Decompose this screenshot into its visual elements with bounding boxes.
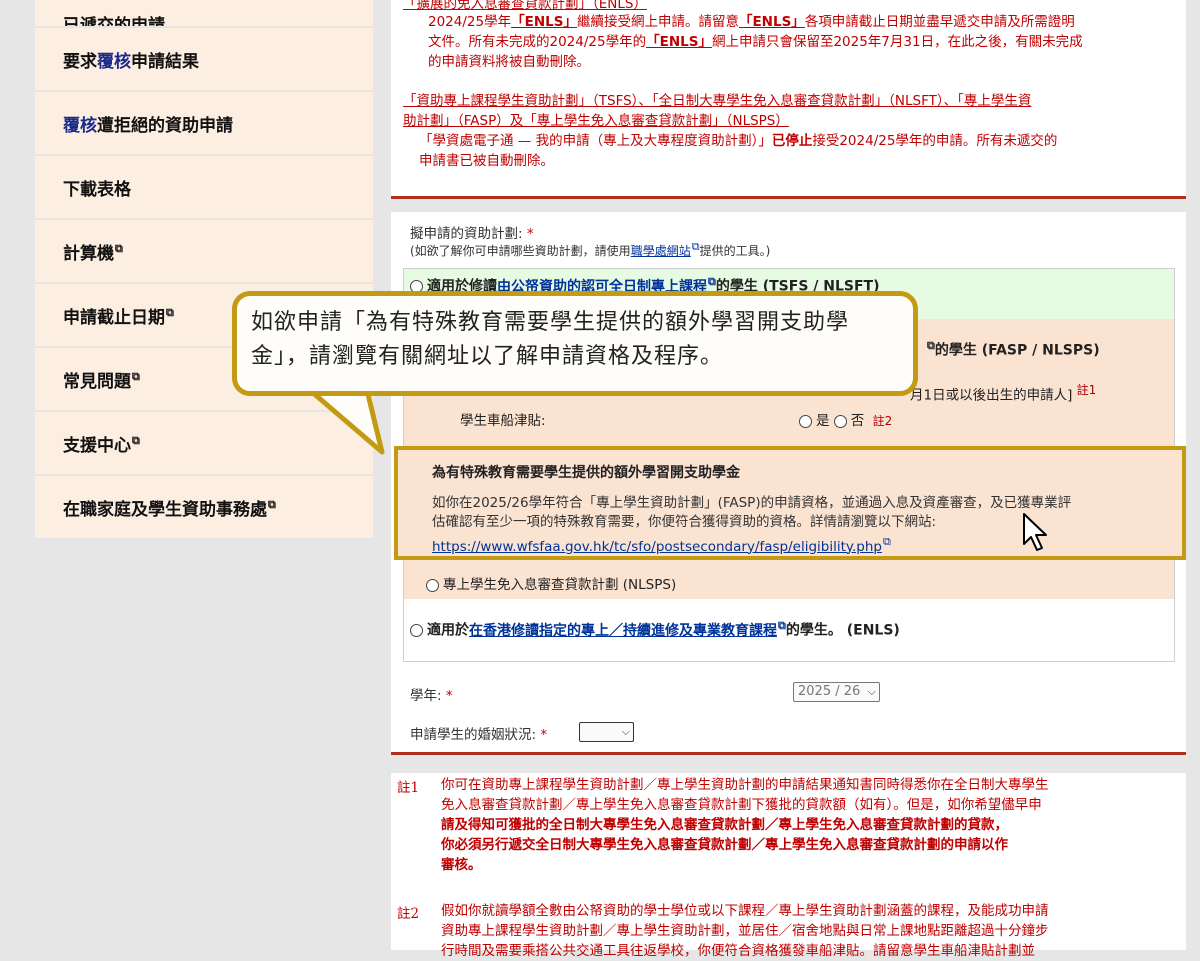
year-label: 學年: * (410, 688, 453, 704)
sidebar-item-review-rejected[interactable]: 覆核 遭拒絕的資助申請 (35, 92, 373, 156)
travel-yes-radio[interactable] (799, 414, 812, 428)
scheme-label: 擬申請的資助計劃: * (410, 226, 534, 242)
note2-label: 註2 (397, 906, 420, 922)
sidebar-nav: 已遞交的申請 要求覆核申請結果 覆核遭拒絕的資助申請 下載表格 計算機 申請截止… (35, 0, 373, 540)
sen-grant-body: 如你在2025/26學年符合「專上學生資助計劃」(FASP)的申請資格，並通過入… (432, 494, 1167, 557)
sidebar-item-review-result[interactable]: 要求 覆核 申請結果 (35, 28, 373, 92)
sidebar-item-calculator[interactable]: 計算機 (35, 220, 373, 284)
option-enls-course-link[interactable]: 在香港修讀指定的專上／持續進修及專業教育課程 (469, 623, 786, 639)
note1-label: 註1 (397, 780, 420, 796)
callout-text: 如欲申請「為有特殊教育需要學生提供的額外學習開支助學金」，請瀏覽有關網址以了解申… (251, 310, 850, 369)
option-enls-radio[interactable] (410, 624, 423, 638)
sidebar-item-wfsfaa[interactable]: 在職家庭及學生資助事務處 (35, 476, 373, 540)
callout-tail (300, 386, 385, 455)
sen-grant-highlight: 為有特殊教育需要學生提供的額外學習開支助學金 如你在2025/26學年符合「專上… (394, 446, 1186, 560)
sidebar-item-download-forms[interactable]: 下載表格 (35, 156, 373, 220)
note1-text: 你可在資助專上課程學生資助計劃／專上學生資助計劃的申請結果通知書同時得悉你在全日… (441, 777, 1049, 873)
fasp-eligibility-link[interactable]: https://www.wfsfaa.gov.hk/tc/sfo/postsec… (432, 539, 891, 555)
tutorial-callout: 如欲申請「為有特殊教育需要學生提供的額外學習開支助學金」，請瀏覽有關網址以了解申… (232, 291, 918, 396)
travel-subsidy-label: 學生車船津貼: (460, 413, 546, 429)
travel-no-radio[interactable] (833, 414, 847, 428)
notice-panel: 「擴展的免入息審查貸款計劃」（ENLS） 2024/25學年「ENLS」繼續接受… (391, 0, 1186, 199)
sen-grant-title: 為有特殊教育需要學生提供的額外學習開支助學金 (432, 465, 740, 481)
notice-schemes-paragraph: 「學資處電子通 — 我的申請（專上及大專程度資助計劃）」已停止接受2024/25… (419, 133, 1058, 169)
notice-enls-paragraph: 2024/25學年「ENLS」繼續接受網上申請。請留意「ENLS」各項申請截止日… (428, 14, 1083, 70)
option-enls: 適用於在香港修讀指定的專上／持續進修及專業教育課程的學生。 (ENLS) (410, 619, 900, 640)
scheme-hint: (如欲了解你可申請哪些資助計劃，請使用職學處網站提供的工具。) (410, 240, 770, 259)
option-fasp-label: 的學生 (FASP / NLSPS) (926, 339, 1100, 360)
mouse-pointer-icon (1023, 513, 1047, 551)
option-nlsps: 專上學生免入息審查貸款計劃 (NLSPS) (426, 573, 676, 593)
sidebar-item-submitted[interactable]: 已遞交的申請 (35, 0, 373, 28)
marital-status-select[interactable]: ⌵ (579, 722, 634, 742)
year-select[interactable]: 2025 / 26 ⌵ (793, 682, 880, 702)
travel-subsidy-options: 是 否 註2 (799, 409, 892, 429)
birth-condition-text: 月1日或以後出生的申請人] 註1 (910, 383, 1097, 404)
marital-status-label: 申請學生的婚姻狀況: * (410, 727, 548, 743)
footnotes: 註1 你可在資助專上課程學生資助計劃／專上學生資助計劃的申請結果通知書同時得悉你… (391, 773, 1186, 959)
option-nlsps-radio[interactable] (426, 578, 439, 592)
wfsfaa-website-link[interactable]: 職學處網站 (631, 244, 700, 258)
notice-heading-schemes: 「資助專上課程學生資助計劃」（TSFS）、「全日制大專學生免入息審查貸款計劃」（… (403, 93, 1032, 129)
note2-text: 假如你就讀學額全數由公帑資助的學士學位或以下課程／專上學生資助計劃涵蓋的課程，及… (441, 903, 1049, 959)
